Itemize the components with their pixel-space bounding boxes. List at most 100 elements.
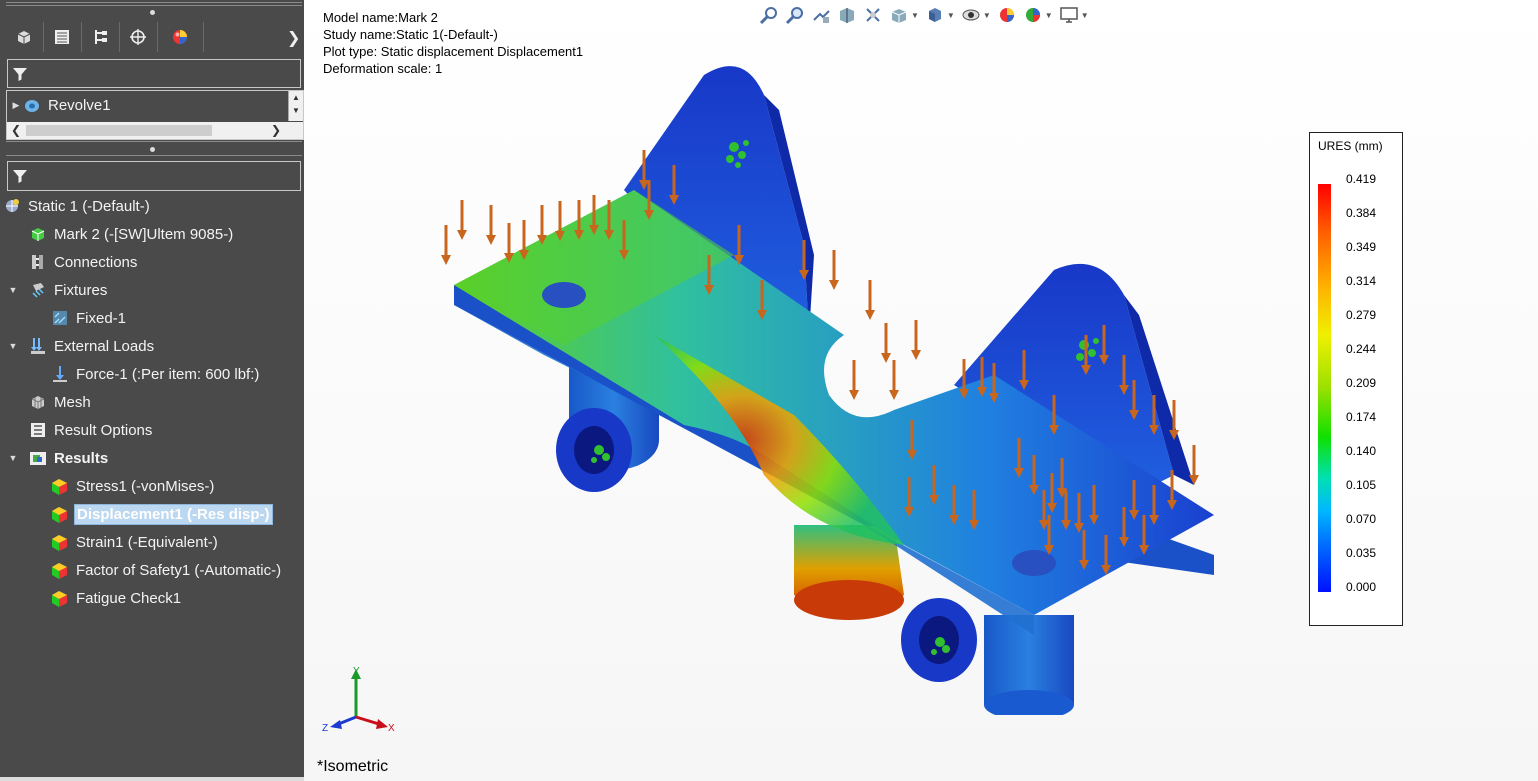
mesh-icon <box>31 396 45 409</box>
reference-triad: Y X Z <box>322 666 395 733</box>
mesh-part-icon <box>31 228 45 241</box>
tree-item-factor-of-safety1[interactable]: Factor of Safety1 (-Automatic-) <box>51 557 283 583</box>
legend-tick: 0.279 <box>1346 308 1377 322</box>
graphics-viewport[interactable]: Model name:Mark 2 Study name:Static 1(-D… <box>304 0 1538 781</box>
previous-view-icon[interactable] <box>811 5 831 25</box>
stress-plot-icon <box>52 479 67 495</box>
display-style-icon[interactable] <box>925 5 945 25</box>
legend-tick: 0.209 <box>1346 376 1377 390</box>
tree-item-label: Mark 2 (-[SW]Ultem 9085-) <box>54 225 234 243</box>
tree-item-part[interactable]: Mark 2 (-[SW]Ultem 9085-) <box>29 221 235 247</box>
force-arrow-head <box>889 390 899 400</box>
tree-item-label: Factor of Safety1 (-Automatic-) <box>76 561 282 579</box>
study-name: Study name:Static 1(-Default-) <box>323 27 498 42</box>
filter-icon <box>13 170 27 183</box>
tree-item-fatigue-check1[interactable]: Fatigue Check1 <box>51 585 183 611</box>
tree-item-static-study[interactable]: Static 1 (-Default-) <box>3 193 152 219</box>
tree-item-label: Mesh <box>54 393 91 411</box>
tree-item-fixed-1[interactable]: Fixed-1 <box>51 305 128 331</box>
scroll-thumb[interactable] <box>26 125 212 136</box>
configuration-icon <box>95 30 107 44</box>
legend-tick: 0.174 <box>1346 410 1377 424</box>
tree-item-label: Fixtures <box>54 281 108 299</box>
fatigue-check-icon <box>52 591 67 607</box>
view-orientation-icon[interactable] <box>889 5 909 25</box>
scroll-down-icon[interactable]: ▼ <box>289 104 303 117</box>
chevron-right-icon[interactable]: ❯ <box>287 28 300 48</box>
force-arrow-head <box>829 280 839 290</box>
fea-model-render[interactable] <box>434 55 1234 715</box>
force-arrow-head <box>486 235 496 245</box>
tree-item-label: External Loads <box>54 337 155 355</box>
section-view-icon[interactable] <box>837 5 857 25</box>
dropdown-arrow-icon[interactable]: ▼ <box>947 11 955 20</box>
tree-item-label: Results <box>54 449 109 467</box>
tab-configuration-manager[interactable] <box>81 22 120 52</box>
vertical-scrollbar[interactable]: ▲ ▼ <box>288 91 303 121</box>
tree-item-strain1[interactable]: Strain1 (-Equivalent-) <box>51 529 220 555</box>
collapse-arrow-icon[interactable]: ▼ <box>6 285 20 295</box>
tree-item-revolve1[interactable]: ▶ Revolve1 <box>9 92 113 118</box>
legend-tick: 0.384 <box>1346 206 1377 220</box>
divider <box>6 155 302 156</box>
collapse-arrow-icon[interactable]: ▼ <box>6 341 20 351</box>
tree-item-fixtures[interactable]: ▼ Fixtures <box>6 277 109 303</box>
tab-display-manager[interactable] <box>157 22 204 52</box>
panel-splitter[interactable] <box>0 141 304 153</box>
legend-tick: 0.244 <box>1346 342 1377 356</box>
legend-tick: 0.105 <box>1346 478 1377 492</box>
study-icon <box>6 199 19 212</box>
legend-tick: 0.000 <box>1346 580 1377 594</box>
results-legend[interactable]: URES (mm) 0.419 0.384 0.349 0.314 0.279 … <box>1309 132 1403 626</box>
tab-dimxpert-manager[interactable] <box>119 22 158 52</box>
tree-item-result-options[interactable]: Result Options <box>29 417 154 443</box>
expand-arrow-icon[interactable]: ▶ <box>9 100 23 111</box>
edit-appearance-icon[interactable] <box>997 5 1017 25</box>
axis-x-label: X <box>388 723 395 733</box>
filter-field-simulation[interactable] <box>7 161 301 191</box>
view-settings-icon[interactable] <box>1059 5 1079 25</box>
tree-item-label: Static 1 (-Default-) <box>28 197 150 215</box>
axis-z-label: Z <box>322 723 328 733</box>
tree-item-results[interactable]: ▼ Results <box>6 445 110 471</box>
force-arrow-head <box>457 230 467 240</box>
zoom-to-area-icon[interactable] <box>785 5 805 25</box>
tree-item-force-1[interactable]: Force-1 (:Per item: 600 lbf:) <box>51 361 261 387</box>
hide-show-items-icon[interactable] <box>961 5 981 25</box>
feature-manager-panel: ❯ ▶ Revolve1 ▲ ▼ ❮ ❯ Static 1 (-Default-… <box>0 0 304 781</box>
dropdown-arrow-icon[interactable]: ▼ <box>1045 11 1053 20</box>
tree-item-external-loads[interactable]: ▼ External Loads <box>6 333 156 359</box>
dropdown-arrow-icon[interactable]: ▼ <box>911 11 919 20</box>
tree-item-displacement1[interactable]: Displacement1 (-Res disp-) <box>51 501 273 527</box>
force-arrow-head <box>849 390 859 400</box>
appearance-ball-icon <box>173 30 187 44</box>
legend-tick: 0.419 <box>1346 172 1377 186</box>
dropdown-arrow-icon[interactable]: ▼ <box>983 11 991 20</box>
tree-item-connections[interactable]: Connections <box>29 249 139 275</box>
dynamic-annotation-icon[interactable] <box>863 5 883 25</box>
legend-tick: 0.035 <box>1346 546 1377 560</box>
dropdown-arrow-icon[interactable]: ▼ <box>1081 11 1089 20</box>
tab-property-manager[interactable] <box>43 22 82 52</box>
crosshair-icon <box>130 29 146 45</box>
legend-color-bar <box>1318 184 1331 592</box>
scroll-right-icon[interactable]: ❯ <box>271 123 281 137</box>
force-arrow-head <box>865 310 875 320</box>
filter-field-top[interactable] <box>7 59 301 88</box>
collapse-arrow-icon[interactable]: ▼ <box>6 453 20 463</box>
apply-scene-icon[interactable] <box>1023 5 1043 25</box>
legend-tick: 0.349 <box>1346 240 1377 254</box>
tree-item-label: Displacement1 (-Res disp-) <box>74 503 273 525</box>
tree-item-stress1[interactable]: Stress1 (-vonMises-) <box>51 473 216 499</box>
strain-plot-icon <box>52 535 67 551</box>
tab-feature-manager[interactable] <box>5 22 44 52</box>
panel-grip-top[interactable] <box>0 8 304 20</box>
scroll-up-icon[interactable]: ▲ <box>289 91 303 104</box>
horizontal-scrollbar[interactable]: ❮ ❯ <box>7 122 303 139</box>
force-arrow-head <box>441 255 451 265</box>
tree-item-label: Stress1 (-vonMises-) <box>76 477 215 495</box>
scroll-left-icon[interactable]: ❮ <box>11 123 21 137</box>
zoom-to-fit-icon[interactable] <box>759 5 779 25</box>
tree-item-mesh[interactable]: Mesh <box>29 389 93 415</box>
connections-icon <box>32 255 43 269</box>
